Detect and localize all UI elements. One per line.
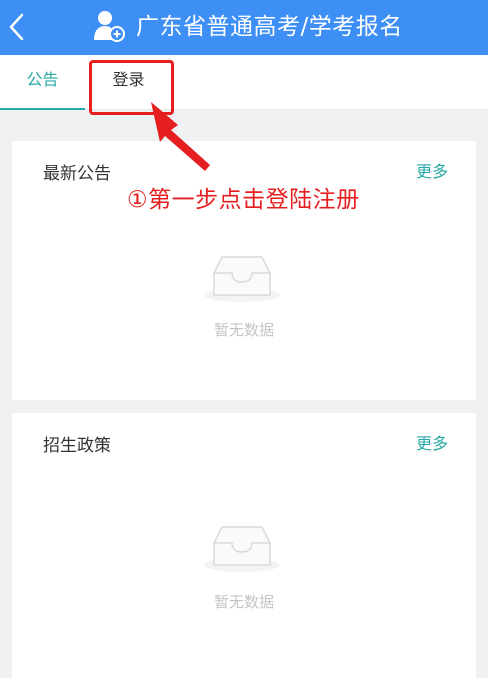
annotation-text: ①第一步点击登陆注册	[127, 187, 360, 213]
empty-state-text: 暂无数据	[213, 593, 274, 611]
card-title: 招生政策	[43, 436, 111, 456]
empty-inbox-icon	[204, 256, 280, 302]
admission-policy-card: 招生政策 更多 暂无数据	[12, 413, 476, 678]
empty-state-text: 暂无数据	[213, 321, 274, 339]
page-title: 广东省普通高考/学考报名	[136, 14, 403, 40]
card-title: 最新公告	[43, 164, 111, 184]
chevron-left-icon	[9, 13, 24, 41]
user-add-icon	[94, 11, 125, 42]
more-link[interactable]: 更多	[416, 158, 448, 182]
tab-bar: 公告 登录	[0, 55, 488, 110]
more-link[interactable]: 更多	[416, 430, 448, 454]
app-header: 广东省普通高考/学考报名	[0, 0, 488, 55]
empty-inbox-icon	[204, 526, 280, 572]
tab-notice[interactable]: 公告	[0, 55, 85, 110]
tab-login[interactable]: 登录	[92, 55, 165, 110]
back-button[interactable]	[2, 5, 38, 49]
